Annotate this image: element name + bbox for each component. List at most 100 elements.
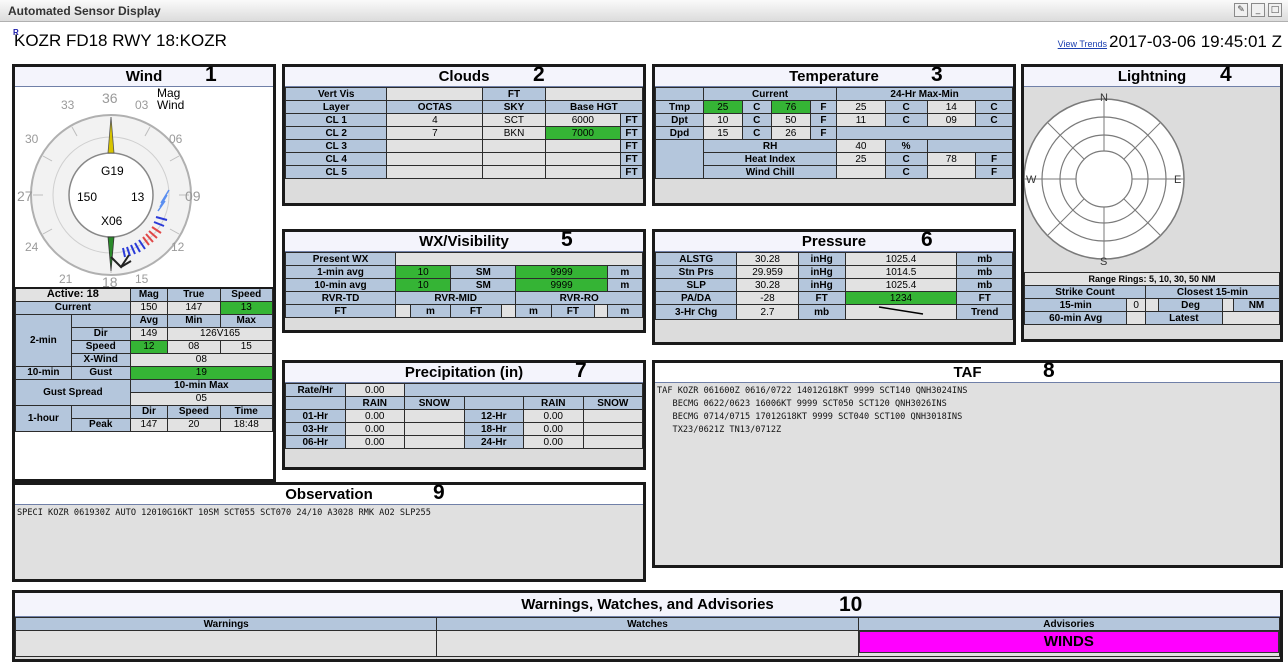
station-title: KOZR FD18 RWY 18:KOZR [14, 31, 227, 50]
cloud-octas [386, 139, 484, 153]
wind-pk-time-h: Time [219, 404, 274, 419]
wind-peak-label: Peak [70, 417, 131, 432]
cloud-sky [482, 139, 546, 153]
unit-ft: FT [550, 304, 596, 318]
observation-text: SPECI KOZR 061930Z AUTO 12010G16KT 10SM … [17, 508, 431, 518]
wind-dir-var: 126V165 [167, 326, 273, 341]
table-row: Stn Prs 29.959 inHg 1014.5 mb [654, 265, 1013, 279]
wx-1min-m: 9999 [515, 265, 608, 279]
unit-ft: FT [285, 304, 396, 318]
wind-pk-time: 18:48 [219, 417, 274, 432]
observation-title-text: Observation [285, 486, 373, 503]
cloud-unit: FT [620, 139, 643, 153]
minimize-button[interactable]: _ [1251, 3, 1265, 17]
lightning-radar: N E S W [1024, 92, 1185, 268]
dial-variable: X06 [101, 214, 123, 228]
unit-pct: % [884, 139, 928, 153]
wwa-warnings-h: Warnings [14, 617, 438, 631]
temp-rh-val: 40 [836, 139, 886, 153]
clouds-sky-h: SKY [482, 100, 546, 114]
panel-number: 10 [839, 593, 863, 616]
wind-speed-label: Speed [70, 339, 131, 354]
taf-title-text: TAF [953, 364, 982, 381]
precip-row-label: 06-Hr [285, 435, 346, 449]
cloud-base: 7000 [544, 126, 622, 140]
wind-cur-speed: 13 [219, 300, 274, 315]
temp-dpd-c: 15 [703, 126, 743, 140]
dial-gust: G19 [101, 164, 124, 178]
unit-f: F [975, 152, 1013, 166]
lightning-title-text: Lightning [1117, 68, 1187, 85]
pressure-unit: mb [797, 304, 846, 320]
unit-m: m [515, 304, 552, 318]
lightning-15min-val: 0 [1126, 298, 1146, 312]
clouds-title: Clouds 2 [285, 63, 643, 87]
wind-2min-label: 2-min [15, 313, 72, 367]
table-row: CL 5 FT [284, 165, 643, 179]
pressure-value: 1025.4 [844, 252, 958, 266]
temperature-panel: Temperature 3 Current 24-Hr Max-Min Tmp 25 C… [652, 64, 1016, 206]
unit-c: C [884, 100, 928, 114]
wind-10min-label: 10-min [15, 365, 72, 380]
temp-maxmin-h: 24-Hr Max-Min [836, 87, 1013, 101]
view-trends-link[interactable]: View Trends [1058, 39, 1107, 49]
table-row: 3-Hr Chg 2.7 mb Trend [654, 304, 1013, 320]
pressure-value: 1025.4 [844, 278, 958, 292]
temp-dpd-f: 26 [770, 126, 811, 140]
pressure-unit: inHg [797, 265, 846, 279]
precip-snow-h: SNOW [404, 396, 465, 410]
wwa-title-text: Warnings, Watches, and Advisories [521, 596, 774, 613]
wwa-panel: Warnings, Watches, and Advisories 10 Warn… [12, 590, 1283, 662]
panel-number: 4 [1220, 63, 1232, 86]
cloud-base [544, 139, 622, 153]
pressure-unit: FT [956, 291, 1013, 305]
dial-n21: 21 [59, 272, 73, 286]
wind-pk-dir-h: Dir [129, 404, 169, 419]
cloud-layer: CL 4 [284, 152, 388, 166]
pressure-unit: inHg [797, 252, 846, 266]
cloud-octas [386, 152, 484, 166]
temp-tmp-f: 76 [770, 100, 811, 114]
wind-dir-label: Dir [70, 326, 131, 341]
pressure-unit: mb [956, 265, 1013, 279]
lightning-deg-unit: Deg [1158, 298, 1223, 312]
wind-title: Wind 1 [15, 64, 273, 87]
wwa-title: Warnings, Watches, and Advisories 10 [15, 593, 1280, 617]
precip-rate-val: 0.00 [344, 383, 405, 397]
wind-title-text: Wind [125, 68, 163, 85]
precip-row-label: 18-Hr [463, 422, 524, 436]
pressure-title-text: Pressure [801, 233, 867, 250]
panel-number: 8 [1043, 359, 1055, 382]
pressure-panel: Pressure 6 ALSTG 30.28 inHg 1025.4 mb Stn Prs… [652, 229, 1016, 345]
panel-number: 2 [533, 63, 545, 86]
precip-rain-h: RAIN [523, 396, 584, 410]
taf-panel: TAF 8 TAF KOZR 061600Z 0616/0722 14012G18… [652, 360, 1283, 568]
table-row: CL 1 4 SCT 6000 FT [284, 113, 643, 127]
wind-panel: Wind 1 36 03 06 09 12 15 18 21 24 27 30 … [12, 64, 276, 482]
advisory-winds[interactable]: WINDS [858, 631, 1279, 653]
cloud-octas: 7 [386, 126, 484, 140]
cloud-layer: CL 1 [284, 113, 388, 127]
wind-dial: 36 03 06 09 12 15 18 21 24 27 30 33 Mag … [15, 87, 273, 287]
observation-panel: Observation 9 SPECI KOZR 061930Z AUTO 120… [12, 482, 646, 582]
precip-rain-val: 0.00 [523, 409, 584, 423]
wx-rvr-td-h: RVR-TD [285, 291, 396, 305]
maximize-button[interactable]: □ [1268, 3, 1282, 17]
unit-c: C [741, 100, 772, 114]
dial-n15: 15 [135, 272, 149, 286]
cloud-base [544, 152, 622, 166]
pressure-unit: inHg [797, 278, 846, 292]
lightning-60min-label: 60-min Avg [1023, 311, 1128, 325]
temp-wc-label: Wind Chill [702, 165, 838, 179]
dial-n24: 24 [25, 240, 39, 254]
taf-text: TAF KOZR 061600Z 0616/0722 14012G18KT 99… [657, 386, 968, 435]
cloud-sky [482, 165, 546, 179]
pressure-value: 1014.5 [844, 265, 958, 279]
precip-snow-h: SNOW [582, 396, 643, 410]
table-row: PA/DA -28 FT 1234 FT [654, 291, 1013, 305]
dial-n33: 33 [61, 98, 75, 112]
wind-gust-val: 19 [129, 365, 274, 380]
edit-icon[interactable]: ✎ [1234, 3, 1248, 17]
table-row: CL 4 FT [284, 152, 643, 166]
unit-m: m [409, 304, 452, 318]
